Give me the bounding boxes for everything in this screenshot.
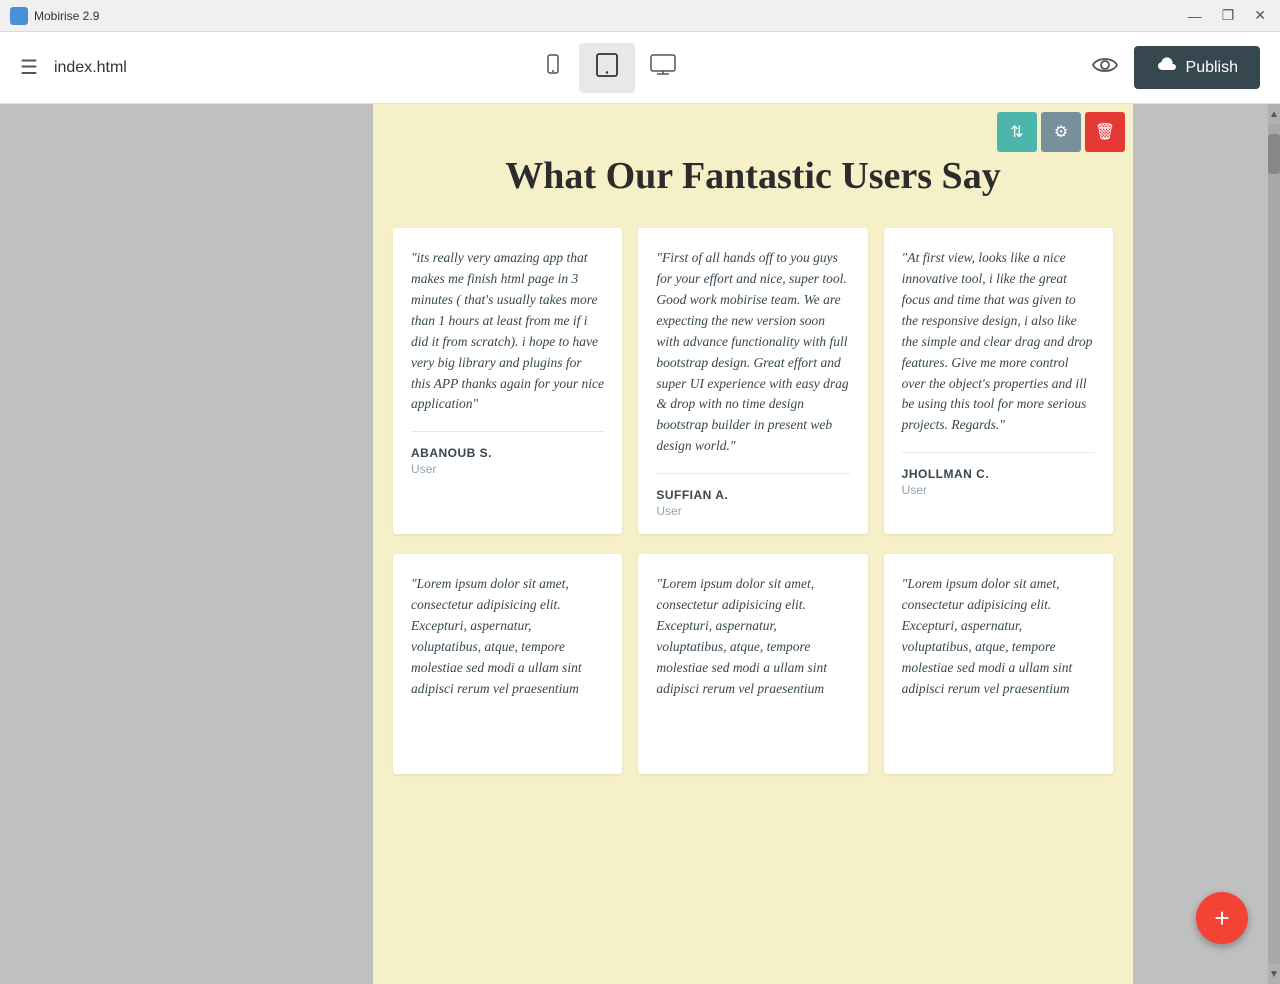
lorem-quote-2: "Lorem ipsum dolor sit amet, consectetur… bbox=[638, 554, 867, 774]
app-title: Mobirise 2.9 bbox=[34, 9, 99, 23]
author-role-3: User bbox=[902, 483, 1095, 497]
titlebar: Mobirise 2.9 — ❐ ✕ bbox=[0, 0, 1280, 32]
card-author-3: JHOLLMAN C. User bbox=[884, 453, 1113, 513]
close-button[interactable]: ✕ bbox=[1250, 7, 1270, 24]
publish-label: Publish bbox=[1186, 59, 1238, 77]
gear-icon: ⚙ bbox=[1054, 122, 1068, 142]
restore-button[interactable]: ❐ bbox=[1218, 7, 1239, 24]
mobile-view-button[interactable] bbox=[527, 45, 579, 91]
app-logo-icon bbox=[10, 7, 28, 25]
author-role-2: User bbox=[656, 504, 849, 518]
testimonials-grid: "its really very amazing app that makes … bbox=[373, 228, 1133, 554]
block-toolbar: ⇅ ⚙ 🗑 bbox=[997, 112, 1125, 152]
testimonial-quote-1: "its really very amazing app that makes … bbox=[393, 228, 622, 431]
desktop-view-button[interactable] bbox=[635, 45, 691, 91]
card-author-1: ABANOUB S. User bbox=[393, 432, 622, 492]
lorem-testimonials-grid: "Lorem ipsum dolor sit amet, consectetur… bbox=[373, 554, 1133, 794]
author-name-1: ABANOUB S. bbox=[411, 446, 604, 460]
tablet-view-button[interactable] bbox=[579, 43, 635, 93]
canvas-wrapper: ⇅ ⚙ 🗑 What Our Fantastic Users Say "its … bbox=[238, 104, 1268, 984]
lorem-card-3: "Lorem ipsum dolor sit amet, consectetur… bbox=[884, 554, 1113, 774]
left-sidebar bbox=[0, 104, 238, 984]
main-toolbar: ☰ index.html Publish bbox=[0, 32, 1280, 104]
reorder-button[interactable]: ⇅ bbox=[997, 112, 1037, 152]
reorder-icon: ⇅ bbox=[1010, 122, 1023, 142]
testimonial-card-1: "its really very amazing app that makes … bbox=[393, 228, 622, 534]
menu-button[interactable]: ☰ bbox=[20, 55, 38, 80]
scrollbar[interactable]: ▲ ▼ bbox=[1268, 104, 1280, 984]
scrollbar-thumb[interactable] bbox=[1268, 134, 1280, 174]
filename-label: index.html bbox=[54, 59, 127, 77]
toolbar-right-actions: Publish bbox=[1092, 46, 1260, 89]
fab-add-button[interactable]: + bbox=[1196, 892, 1248, 944]
scroll-top-arrow[interactable]: ▲ bbox=[1268, 104, 1280, 124]
author-role-1: User bbox=[411, 462, 604, 476]
author-name-2: SUFFIAN A. bbox=[656, 488, 849, 502]
testimonial-quote-3: "At first view, looks like a nice innova… bbox=[884, 228, 1113, 452]
card-author-2: SUFFIAN A. User bbox=[638, 474, 867, 534]
preview-button[interactable] bbox=[1092, 54, 1118, 82]
publish-cloud-icon bbox=[1156, 56, 1178, 79]
lorem-card-1: "Lorem ipsum dolor sit amet, consectetur… bbox=[393, 554, 622, 774]
testimonial-quote-2: "First of all hands off to you guys for … bbox=[638, 228, 867, 473]
testimonial-card-3: "At first view, looks like a nice innova… bbox=[884, 228, 1113, 534]
lorem-card-2: "Lorem ipsum dolor sit amet, consectetur… bbox=[638, 554, 867, 774]
delete-button[interactable]: 🗑 bbox=[1085, 112, 1125, 152]
trash-icon: 🗑 bbox=[1095, 122, 1115, 142]
settings-button[interactable]: ⚙ bbox=[1041, 112, 1081, 152]
window-controls: — ❐ ✕ bbox=[1184, 7, 1270, 24]
titlebar-logo: Mobirise 2.9 bbox=[10, 7, 99, 25]
lorem-quote-3: "Lorem ipsum dolor sit amet, consectetur… bbox=[884, 554, 1113, 774]
minimize-button[interactable]: — bbox=[1184, 7, 1206, 24]
lorem-quote-1: "Lorem ipsum dolor sit amet, consectetur… bbox=[393, 554, 622, 774]
publish-button[interactable]: Publish bbox=[1134, 46, 1260, 89]
author-name-3: JHOLLMAN C. bbox=[902, 467, 1095, 481]
canvas-content: ⇅ ⚙ 🗑 What Our Fantastic Users Say "its … bbox=[373, 104, 1133, 984]
canvas-area: ⇅ ⚙ 🗑 What Our Fantastic Users Say "its … bbox=[0, 104, 1280, 984]
device-toggle-group bbox=[527, 43, 691, 93]
scroll-bottom-arrow[interactable]: ▼ bbox=[1268, 964, 1280, 984]
testimonial-card-2: "First of all hands off to you guys for … bbox=[638, 228, 867, 534]
